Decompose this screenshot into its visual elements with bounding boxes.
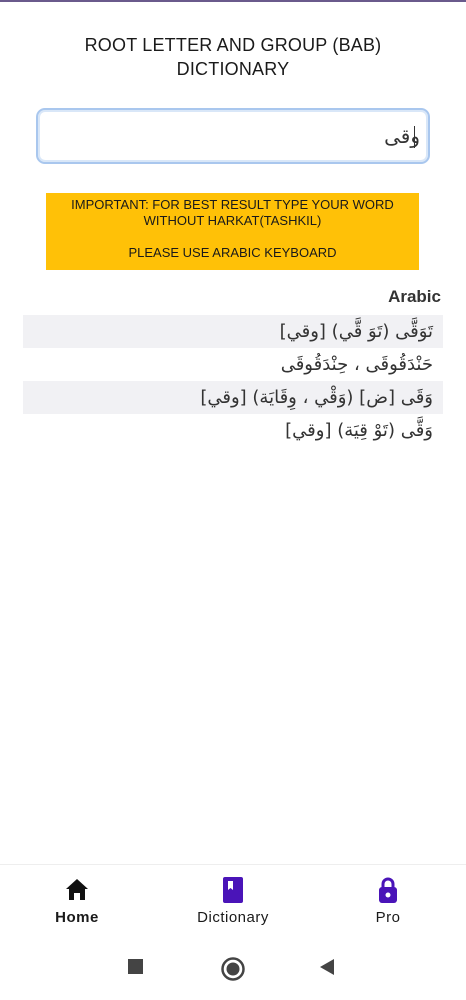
text-caret — [414, 126, 415, 148]
list-item[interactable]: وَقَى [ض] (وَقْي ، وِقَايَة) [وقي] — [23, 381, 443, 414]
back-icon[interactable] — [318, 958, 336, 976]
page-title: ROOT LETTER AND GROUP (BAB) DICTIONARY — [0, 33, 466, 81]
nav-dictionary-label: Dictionary — [197, 909, 269, 926]
column-header-arabic: Arabic — [388, 287, 441, 306]
recents-icon[interactable] — [127, 958, 145, 976]
nav-home[interactable]: Home — [17, 875, 137, 926]
search-input[interactable] — [46, 118, 426, 154]
nav-pro-label: Pro — [375, 909, 401, 926]
title-line-2: DICTIONARY — [176, 59, 290, 79]
notice-line-3: PLEASE USE ARABIC KEYBOARD — [128, 245, 337, 260]
notice-line-2: WITHOUT HARKAT(TASHKIL) — [143, 213, 322, 228]
results-list: تَوَقَّى (تَوَ قَّي) [وقي] حَنْدَقُوقَى … — [23, 315, 443, 447]
status-divider — [0, 0, 466, 2]
search-box[interactable] — [36, 108, 430, 164]
notice-banner: IMPORTANT: FOR BEST RESULT TYPE YOUR WOR… — [46, 193, 419, 270]
notice-spacer — [46, 229, 419, 245]
book-icon — [223, 877, 243, 903]
list-item[interactable]: تَوَقَّى (تَوَ قَّي) [وقي] — [23, 315, 443, 348]
home-icon — [66, 879, 88, 900]
lock-icon — [379, 877, 397, 903]
notice-line-1: IMPORTANT: FOR BEST RESULT TYPE YOUR WOR… — [71, 197, 394, 212]
list-item[interactable]: وَقَّى (تَوْ قِيَة) [وقي] — [23, 414, 443, 447]
nav-dictionary[interactable]: Dictionary — [173, 875, 293, 926]
title-line-1: ROOT LETTER AND GROUP (BAB) — [84, 35, 382, 55]
list-item[interactable]: حَنْدَقُوقَى ، حِنْدَقُوقَى — [23, 348, 443, 381]
nav-home-label: Home — [55, 909, 99, 926]
bottom-navigation: Home Dictionary Pro — [0, 864, 466, 945]
nav-pro[interactable]: Pro — [328, 875, 448, 926]
system-navigation-bar — [0, 944, 466, 1000]
home-circle-icon[interactable] — [220, 956, 246, 982]
